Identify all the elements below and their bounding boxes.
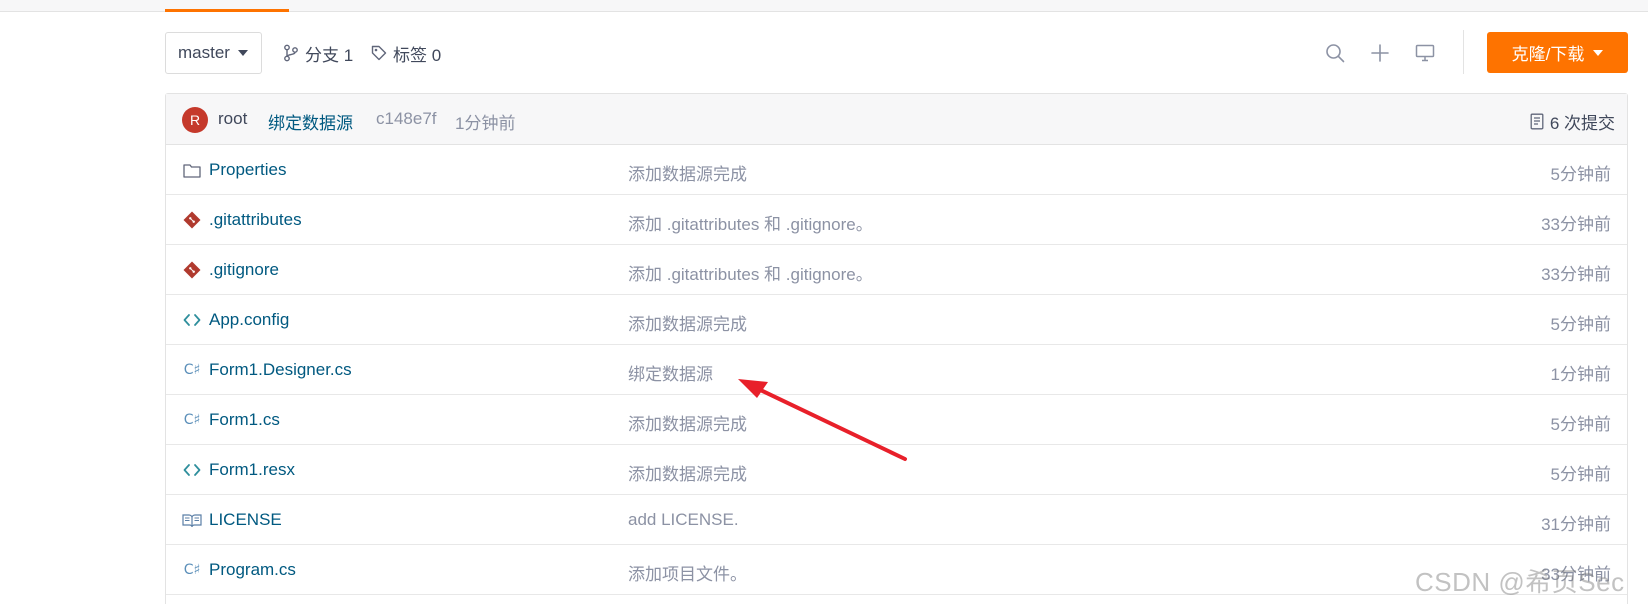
- file-commit-message[interactable]: 添加数据源完成: [628, 410, 747, 435]
- file-commit-message[interactable]: add LICENSE.: [628, 510, 739, 530]
- file-row: Form1.resx 添加数据源完成 5分钟前: [166, 445, 1627, 495]
- clone-download-label: 克隆/下载: [1511, 45, 1585, 64]
- file-name-link[interactable]: Program.cs: [209, 560, 296, 580]
- repo-toolbar: master 分支 1 标签 0 克隆/下载: [165, 30, 1628, 74]
- file-name-link[interactable]: App.config: [209, 310, 289, 330]
- commit-count-label: 6 次提交: [1549, 114, 1615, 133]
- clone-download-button[interactable]: 克隆/下载: [1487, 32, 1628, 73]
- file-commit-time: 5分钟前: [1550, 415, 1611, 434]
- file-commit-message[interactable]: 添加 .gitattributes 和 .gitignore。: [628, 260, 873, 285]
- file-commit-message[interactable]: 添加数据源完成: [628, 310, 747, 335]
- file-commit-time: 33分钟前: [1541, 265, 1611, 284]
- file-commit-time: 5分钟前: [1550, 315, 1611, 334]
- file-name-link[interactable]: Form1.resx: [209, 460, 295, 480]
- branch-count-label: 分支 1: [305, 45, 354, 65]
- code-icon: [182, 460, 202, 480]
- file-name-link[interactable]: Form1.Designer.cs: [209, 360, 352, 380]
- commit-time: 1分钟前: [455, 114, 516, 133]
- file-row: C♯ Form1.cs 添加数据源完成 5分钟前: [166, 395, 1627, 445]
- file-commit-time: 31分钟前: [1541, 515, 1611, 534]
- file-row: App.config 添加数据源完成 5分钟前: [166, 295, 1627, 345]
- book-icon: [182, 510, 202, 530]
- file-row: C♯ Program.cs 添加项目文件。 33分钟前: [166, 545, 1627, 595]
- file-commit-time: 5分钟前: [1550, 465, 1611, 484]
- tag-count-label: 标签 0: [393, 45, 442, 65]
- code-icon: [182, 310, 202, 330]
- plus-icon[interactable]: [1368, 41, 1392, 65]
- folder-icon: [182, 160, 202, 180]
- commit-sha[interactable]: c148e7f: [376, 109, 437, 129]
- file-row: Properties 添加数据源完成 5分钟前: [166, 145, 1627, 195]
- file-commit-time: 1分钟前: [1550, 365, 1611, 384]
- file-commit-message[interactable]: 添加数据源完成: [628, 160, 747, 185]
- avatar[interactable]: R: [182, 107, 208, 133]
- commit-count-link[interactable]: 6 次提交: [1530, 109, 1615, 134]
- tag-icon: [371, 45, 387, 61]
- file-row: .gitignore 添加 .gitattributes 和 .gitignor…: [166, 245, 1627, 295]
- file-table: R root 绑定数据源 c148e7f 1分钟前 6 次提交 Properti…: [165, 93, 1628, 604]
- file-commit-time: 33分钟前: [1541, 215, 1611, 234]
- file-row: C♯ Form1.Designer.cs 绑定数据源 1分钟前: [166, 345, 1627, 395]
- active-tab-indicator: [165, 9, 289, 12]
- chevron-down-icon: [1593, 49, 1604, 56]
- file-commit-message[interactable]: 添加 .gitattributes 和 .gitignore。: [628, 210, 873, 235]
- document-icon: [1530, 113, 1544, 130]
- branch-icon: [284, 44, 298, 62]
- branch-select-label: master: [178, 43, 230, 62]
- branch-select[interactable]: master: [165, 32, 262, 74]
- csharp-icon: C♯: [183, 362, 201, 378]
- commit-message-link[interactable]: 绑定数据源: [268, 109, 353, 134]
- file-name-link[interactable]: .gitignore: [209, 260, 279, 280]
- chevron-down-icon: [237, 50, 248, 56]
- file-name-link[interactable]: .gitattributes: [209, 210, 302, 230]
- watermark: CSDN @希页Sec: [1415, 567, 1625, 597]
- file-name-link[interactable]: Properties: [209, 160, 286, 180]
- file-name-link[interactable]: Form1.cs: [209, 410, 280, 430]
- file-row: .gitattributes 添加 .gitattributes 和 .giti…: [166, 195, 1627, 245]
- git-file-icon: [182, 260, 202, 280]
- file-row: LICENSE add LICENSE. 31分钟前: [166, 495, 1627, 545]
- csharp-icon: C♯: [183, 562, 201, 578]
- commit-author[interactable]: root: [218, 109, 247, 129]
- file-commit-message[interactable]: 添加项目文件。: [628, 560, 747, 585]
- tag-count-link[interactable]: 标签 0: [371, 32, 441, 74]
- csharp-icon: C♯: [183, 412, 201, 428]
- toolbar-divider: [1463, 30, 1464, 74]
- git-file-icon: [182, 210, 202, 230]
- file-commit-message[interactable]: 绑定数据源: [628, 360, 713, 385]
- file-name-link[interactable]: LICENSE: [209, 510, 282, 530]
- search-icon[interactable]: [1323, 41, 1347, 65]
- file-commit-time: 5分钟前: [1550, 165, 1611, 184]
- latest-commit-bar: R root 绑定数据源 c148e7f 1分钟前 6 次提交: [166, 94, 1627, 145]
- branch-count-link[interactable]: 分支 1: [283, 32, 353, 74]
- file-commit-message[interactable]: 添加数据源完成: [628, 460, 747, 485]
- monitor-icon[interactable]: [1413, 41, 1437, 65]
